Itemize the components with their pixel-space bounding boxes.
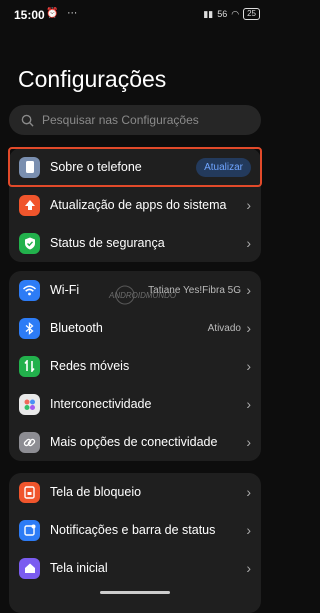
update-button[interactable]: Atualizar — [196, 157, 251, 177]
row-label: Interconectividade — [50, 397, 152, 411]
row-label: Tela de bloqueio — [50, 485, 142, 499]
row-about-phone[interactable]: Sobre o telefone Atualizar — [8, 147, 262, 187]
chevron-right-icon: › — [246, 197, 251, 213]
row-bluetooth[interactable]: Bluetooth Ativado › — [9, 309, 261, 347]
arrow-up-icon — [19, 194, 40, 216]
status-time: 15:00 — [14, 8, 45, 22]
chevron-right-icon: › — [246, 484, 251, 500]
bluetooth-status: Ativado — [207, 322, 241, 334]
page-title: Configurações — [18, 66, 167, 92]
row-notifications[interactable]: Notificações e barra de status › — [9, 511, 261, 549]
link-icon — [19, 431, 40, 453]
row-home-screen[interactable]: Tela inicial › — [9, 549, 261, 587]
status-right: ▮▮ 56 ◠ 25 — [203, 8, 260, 20]
row-label: Sobre o telefone — [50, 160, 142, 174]
network-label: 56 — [217, 9, 228, 19]
row-more-connectivity[interactable]: Mais opções de conectividade › — [9, 423, 261, 461]
interconnect-icon — [19, 393, 40, 415]
search-icon — [21, 114, 34, 127]
row-label: Status de segurança — [50, 236, 165, 250]
status-notification-icons: ⏰ ⋯ — [46, 8, 81, 19]
notification-icon — [19, 519, 40, 541]
row-label: Tela inicial — [50, 561, 108, 575]
phone-icon — [19, 156, 40, 178]
shield-check-icon — [19, 232, 40, 254]
row-lock-screen[interactable]: Tela de bloqueio › — [9, 473, 261, 511]
row-mobile-networks[interactable]: Redes móveis › — [9, 347, 261, 385]
chevron-right-icon: › — [246, 396, 251, 412]
chevron-right-icon: › — [246, 434, 251, 450]
row-label: Wi-Fi — [50, 283, 80, 297]
watermark-logo: ANDROIDMUNDO — [105, 284, 185, 311]
row-label: Notificações e barra de status — [50, 523, 216, 537]
home-icon — [19, 557, 40, 579]
chevron-right-icon: › — [246, 320, 251, 336]
chevron-right-icon: › — [246, 358, 251, 374]
chevron-right-icon: › — [246, 235, 251, 251]
lock-screen-icon — [19, 481, 40, 503]
search-bar[interactable]: Pesquisar nas Configurações — [9, 105, 261, 135]
battery-icon: 25 — [243, 8, 260, 20]
row-security-status[interactable]: Status de segurança › — [9, 224, 261, 262]
row-label: Redes móveis — [50, 359, 130, 373]
row-system-apps-update[interactable]: Atualização de apps do sistema › — [9, 186, 261, 224]
chevron-right-icon: › — [246, 522, 251, 538]
row-label: Bluetooth — [50, 321, 103, 335]
wifi-status-icon: ◠ — [231, 8, 240, 19]
gesture-nav-bar[interactable] — [100, 591, 170, 594]
status-bar: 15:00 ⏰ ⋯ ▮▮ 56 ◠ 25 — [0, 0, 270, 30]
chevron-right-icon: › — [246, 282, 251, 298]
chevron-right-icon: › — [246, 560, 251, 576]
row-interconnectivity[interactable]: Interconectividade › — [9, 385, 261, 423]
wifi-icon — [19, 279, 40, 301]
search-placeholder: Pesquisar nas Configurações — [42, 113, 199, 127]
mobile-data-icon — [19, 355, 40, 377]
signal-icon: ▮▮ — [203, 8, 214, 19]
row-label: Atualização de apps do sistema — [50, 198, 227, 212]
row-label: Mais opções de conectividade — [50, 435, 218, 449]
svg-text:ANDROIDMUNDO: ANDROIDMUNDO — [108, 291, 176, 300]
settings-card-device: Sobre o telefone Atualizar Atualização d… — [8, 147, 262, 262]
bluetooth-icon — [19, 317, 40, 339]
